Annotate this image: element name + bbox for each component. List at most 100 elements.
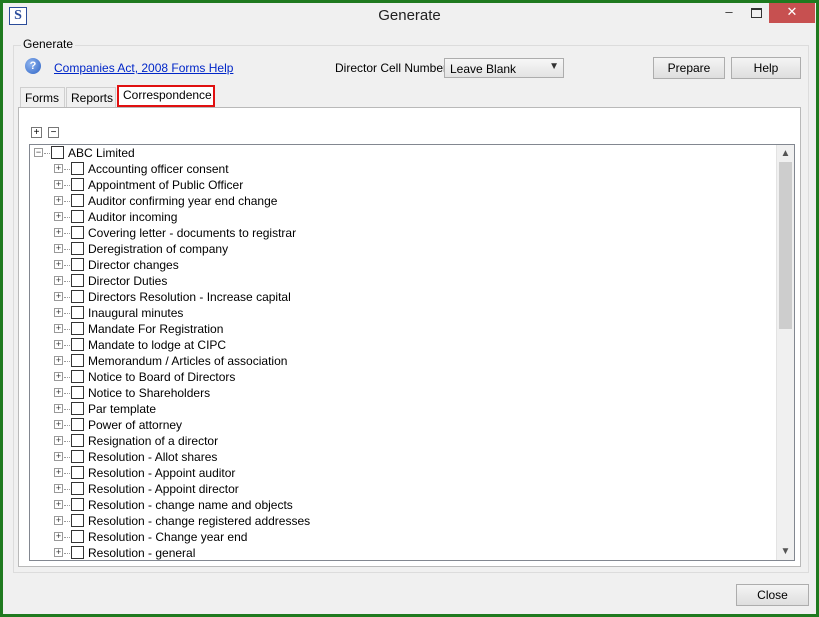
tree-connector (64, 457, 70, 458)
tree-item-checkbox[interactable] (71, 386, 84, 399)
expand-node-icon[interactable]: + (54, 228, 63, 237)
tree-connector (64, 313, 70, 314)
tree-item-label: Directors Resolution - Increase capital (88, 290, 291, 304)
tree-connector (64, 537, 70, 538)
tree-item-checkbox[interactable] (71, 402, 84, 415)
tree-item-label: Par template (88, 402, 157, 416)
tree-item-checkbox[interactable] (71, 466, 84, 479)
tree-item-label: Resolution - change name and objects (88, 498, 293, 512)
tree-connector (64, 217, 70, 218)
scroll-up-icon[interactable]: ▲ (777, 145, 794, 162)
tree-connector (64, 249, 70, 250)
tree-item-label: Resolution - general (88, 546, 196, 560)
tab-forms[interactable]: Forms (20, 87, 65, 107)
tree-item-checkbox[interactable] (71, 498, 84, 511)
tree-connector (64, 297, 70, 298)
close-button[interactable]: Close (736, 584, 809, 606)
director-cell-select[interactable]: Leave Blank ▼ (444, 58, 564, 78)
tree-item-label: Resolution - Appoint auditor (88, 466, 236, 480)
expand-node-icon[interactable]: + (54, 452, 63, 461)
expand-node-icon[interactable]: + (54, 340, 63, 349)
close-window-button[interactable]: ✕ (769, 3, 815, 23)
expand-node-icon[interactable]: + (54, 324, 63, 333)
tree-item-checkbox[interactable] (71, 290, 84, 303)
collapse-all-button[interactable]: − (48, 127, 59, 138)
tree-item-checkbox[interactable] (71, 370, 84, 383)
forms-help-link[interactable]: Companies Act, 2008 Forms Help (54, 61, 233, 75)
expand-node-icon[interactable]: + (54, 244, 63, 253)
tree-connector (64, 425, 70, 426)
tree-item-checkbox[interactable] (71, 530, 84, 543)
tree-item-checkbox[interactable] (71, 338, 84, 351)
tree-item-checkbox[interactable] (71, 274, 84, 287)
tree-item-checkbox[interactable] (71, 210, 84, 223)
expand-node-icon[interactable]: + (54, 308, 63, 317)
expand-node-icon[interactable]: + (54, 532, 63, 541)
expand-node-icon[interactable]: + (54, 516, 63, 525)
tree-item-checkbox[interactable] (71, 178, 84, 191)
tree-item-checkbox[interactable] (71, 226, 84, 239)
expand-node-icon[interactable]: + (54, 500, 63, 509)
tree-connector (64, 361, 70, 362)
tree-item-checkbox[interactable] (71, 546, 84, 559)
tab-reports[interactable]: Reports (66, 87, 116, 107)
expand-node-icon[interactable]: + (54, 196, 63, 205)
scroll-thumb[interactable] (779, 162, 792, 329)
expand-node-icon[interactable]: + (54, 260, 63, 269)
expand-node-icon[interactable]: + (54, 436, 63, 445)
tree-root-label: ABC Limited (68, 146, 135, 160)
tree-scrollbar[interactable]: ▲ ▼ (776, 145, 794, 560)
tree-connector (44, 153, 50, 154)
expand-node-icon[interactable]: + (54, 372, 63, 381)
tree-item-checkbox[interactable] (71, 514, 84, 527)
tree-item-checkbox[interactable] (71, 482, 84, 495)
tree-item-checkbox[interactable] (71, 434, 84, 447)
expand-node-icon[interactable]: + (54, 212, 63, 221)
tree-item-label: Covering letter - documents to registrar (88, 226, 297, 240)
expand-node-icon[interactable]: + (54, 356, 63, 365)
tree-connector (64, 521, 70, 522)
tree-connector (64, 345, 70, 346)
expand-node-icon[interactable]: + (54, 404, 63, 413)
tree-connector (64, 265, 70, 266)
maximize-icon (750, 8, 762, 18)
expand-node-icon[interactable]: + (54, 548, 63, 557)
maximize-button[interactable] (743, 3, 769, 23)
tree-item-checkbox[interactable] (71, 162, 84, 175)
tree-item-label: Director changes (88, 258, 179, 272)
expand-node-icon[interactable]: + (54, 388, 63, 397)
tree-item-checkbox[interactable] (71, 322, 84, 335)
tree-item-checkbox[interactable] (71, 242, 84, 255)
root-checkbox[interactable] (51, 146, 64, 159)
help-icon[interactable]: ? (25, 58, 41, 74)
tree-item-checkbox[interactable] (71, 450, 84, 463)
expand-node-icon[interactable]: + (54, 164, 63, 173)
expand-node-icon[interactable]: + (54, 484, 63, 493)
tree-item-label: Accounting officer consent (88, 162, 229, 176)
tree-item-checkbox[interactable] (71, 418, 84, 431)
tree-connector (64, 233, 70, 234)
expand-all-button[interactable]: + (31, 127, 42, 138)
prepare-button[interactable]: Prepare (653, 57, 725, 79)
tree-connector (64, 473, 70, 474)
expand-node-icon[interactable]: + (54, 292, 63, 301)
tree-item-checkbox[interactable] (71, 258, 84, 271)
expand-node-icon[interactable]: + (54, 180, 63, 189)
expand-node-icon[interactable]: + (54, 420, 63, 429)
groupbox-label: Generate (21, 37, 76, 51)
scroll-down-icon[interactable]: ▼ (777, 543, 794, 560)
help-button[interactable]: Help (731, 57, 801, 79)
tree-item-label: Resolution - change registered addresses (88, 514, 311, 528)
tree-item-checkbox[interactable] (71, 194, 84, 207)
tree-item-checkbox[interactable] (71, 306, 84, 319)
tree-connector (64, 505, 70, 506)
generate-window: S Generate – ✕ Generate ? Companies Act,… (0, 0, 819, 617)
tab-correspondence[interactable]: Correspondence (117, 85, 215, 107)
minimize-button[interactable]: – (715, 3, 743, 23)
expand-node-icon[interactable]: + (54, 276, 63, 285)
expand-node-icon[interactable]: + (54, 468, 63, 477)
correspondence-tree[interactable]: − ABC Limited + Accounting officer consen… (29, 144, 795, 561)
tree-item-checkbox[interactable] (71, 354, 84, 367)
tree-connector (64, 329, 70, 330)
collapse-node-icon[interactable]: − (34, 148, 43, 157)
